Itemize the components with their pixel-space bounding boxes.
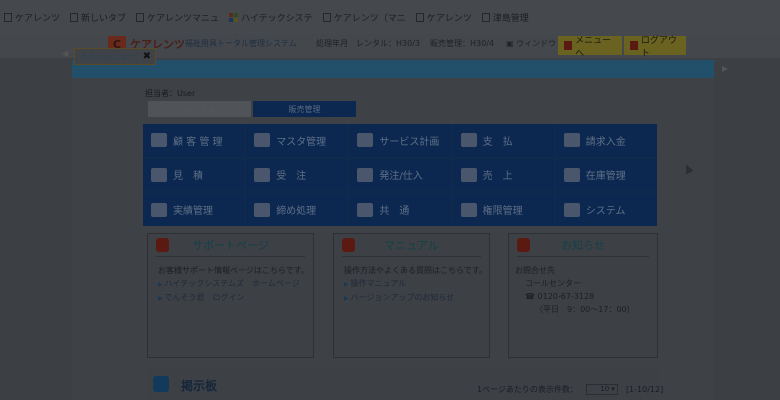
support-title: サポートページ	[192, 239, 269, 252]
menu-results[interactable]: 実績管理	[143, 193, 245, 226]
page-range: [1-10/12]	[625, 385, 664, 394]
monitor-icon	[563, 202, 580, 217]
notice-title: お知らせ	[561, 239, 605, 252]
manual-panel: マニュアル 操作方法やよくある質問はこちらです。 操作マニュアル バージョンアッ…	[333, 233, 490, 358]
menu-common[interactable]: 共 通	[349, 193, 451, 226]
tab-sales[interactable]: 販売管理	[253, 101, 356, 117]
edit-icon	[151, 202, 167, 217]
menu-system[interactable]: システム	[555, 193, 657, 226]
page-icon	[415, 12, 424, 22]
close-icon[interactable]: ✖	[143, 51, 151, 62]
window-icon: ▣	[506, 39, 517, 48]
manual-link-operation[interactable]: 操作マニュアル	[344, 277, 487, 291]
page-icon	[136, 12, 145, 22]
page-icon	[70, 12, 79, 22]
support-desc: お客様サポート情報ページはこちらです。	[158, 266, 309, 275]
tab-bar	[72, 60, 714, 78]
menu-master[interactable]: マスタ管理	[246, 124, 348, 157]
support-link-homepage[interactable]: ハイテックシステムズ ホームページ	[158, 277, 309, 291]
phone-icon: ☎	[525, 292, 538, 301]
tab-rental[interactable]: レンタル	[148, 101, 251, 117]
sales-month: 販売管理：H30/4	[430, 39, 494, 48]
menu-service-plan[interactable]: サービス計画	[349, 124, 451, 157]
support-link-login[interactable]: でんそう君 ログイン	[158, 291, 309, 305]
window-menu[interactable]: ▣ ウィンドウ	[506, 38, 556, 49]
bookmark[interactable]: ケアレンツ	[4, 11, 60, 24]
notice-center: コールセンター	[525, 279, 581, 288]
bulletin-pager: 1ページあたりの表示件数： 10 ▾ [1-10/12]	[477, 384, 663, 395]
menu-billing[interactable]: 請求入金	[555, 124, 657, 157]
manual-desc: 操作方法やよくある質問はこちらです。	[344, 266, 487, 275]
notice-phone: ☎ 0120-67-3128	[525, 292, 595, 301]
menu-order[interactable]: 受 注	[246, 158, 348, 192]
menu-inventory[interactable]: 在庫管理	[555, 158, 657, 192]
windows-icon	[229, 12, 239, 22]
menu-sales[interactable]: 売 上	[452, 158, 554, 192]
book-icon	[460, 133, 477, 148]
menu-purchase[interactable]: 発注/仕入	[349, 158, 451, 192]
box-icon	[563, 167, 580, 182]
bookmark[interactable]: ケアレンツマニュ	[136, 11, 219, 24]
bookmark[interactable]: 新しいタブ	[70, 11, 126, 24]
menu-estimate[interactable]: 見 積	[143, 158, 245, 192]
processing-month-label: 処理年月	[316, 39, 348, 48]
lock-icon	[630, 41, 638, 50]
menu-payment[interactable]: 支 払	[452, 124, 554, 157]
users-icon	[151, 133, 167, 148]
bookmark[interactable]: ケアレンツ（マニ	[322, 11, 406, 24]
card-icon	[254, 167, 271, 182]
bookmark[interactable]: ケアレンツ	[415, 11, 472, 24]
tab-main-menu[interactable]: メインメニュー ✖	[74, 48, 156, 65]
bookmark[interactable]: 津島管理	[481, 11, 529, 24]
page-icon	[481, 12, 490, 22]
menu-icon	[564, 41, 573, 50]
check-icon	[254, 202, 271, 217]
bookmark[interactable]: ハイテックシステ	[229, 11, 313, 24]
notice-hours: （平日 9：00～17：00）	[535, 305, 635, 314]
link-icon	[357, 202, 374, 217]
menu-grid: 顧 客 管 理 マスタ管理 サービス計画 支 払 請求入金 見 積 受 注 発注…	[143, 124, 657, 226]
manual-link-version[interactable]: バージョンアップのお知らせ	[344, 291, 487, 305]
user-label: 担当者：User	[145, 89, 196, 98]
menu-permissions[interactable]: 権限管理	[452, 193, 554, 226]
logout-button[interactable]: ログアウト	[624, 36, 686, 59]
card-icon	[357, 167, 374, 182]
yen-icon	[563, 133, 580, 148]
scroll-left-icon[interactable]: ◀	[62, 49, 68, 58]
rss-icon	[153, 376, 169, 392]
building-icon	[254, 133, 271, 148]
support-panel: サポートページ お客様サポート情報ページはこちらです。 ハイテックシステムズ ホ…	[147, 233, 314, 358]
scroll-right-icon[interactable]: ▶	[722, 64, 728, 73]
bulletin-title: 掲示板	[181, 379, 218, 393]
bookmarks-bar: ケアレンツ 新しいタブ ケアレンツマニュ ハイテックシステ ケアレンツ（マニ ケ…	[0, 0, 780, 34]
card-icon	[460, 167, 477, 182]
chart-icon	[357, 133, 374, 148]
nodes-icon	[460, 202, 477, 217]
menu-customer[interactable]: 顧 客 管 理	[143, 124, 245, 157]
page-icon	[322, 12, 331, 22]
notice-panel: お知らせ お問合せ先 コールセンター ☎ 0120-67-3128 （平日 9：…	[508, 233, 658, 358]
card-icon	[151, 167, 167, 182]
rental-month: レンタル：H30/3	[356, 39, 420, 48]
menu-closing[interactable]: 締め処理	[246, 193, 348, 226]
page-icon	[4, 12, 12, 22]
manual-title: マニュアル	[384, 239, 439, 252]
notice-contact: お問合せ先	[515, 266, 555, 275]
per-page-label: 1ページあたりの表示件数：	[477, 385, 578, 394]
menu-button[interactable]: メニューへ	[558, 36, 622, 59]
app-subtitle: 福祉用具トータル管理システム	[185, 39, 297, 48]
per-page-select[interactable]: 10 ▾	[585, 384, 618, 395]
